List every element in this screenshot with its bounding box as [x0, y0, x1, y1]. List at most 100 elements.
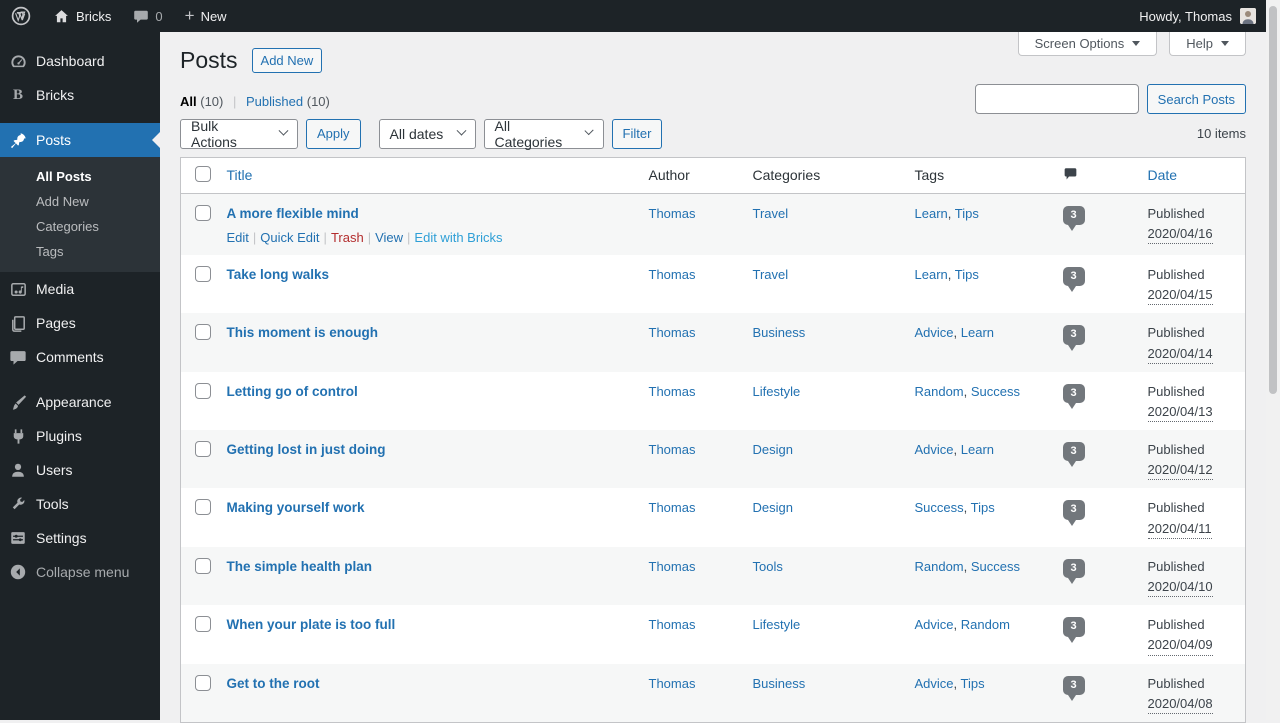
scrollbar[interactable]: [1266, 0, 1280, 720]
help-toggle[interactable]: Help: [1169, 32, 1246, 56]
author-link[interactable]: Thomas: [649, 676, 696, 691]
tag-link[interactable]: Learn: [961, 442, 994, 457]
post-title-link[interactable]: Getting lost in just doing: [227, 442, 386, 457]
category-link[interactable]: Lifestyle: [753, 617, 801, 632]
add-new-button[interactable]: Add New: [252, 48, 323, 73]
sidebar-item-appearance[interactable]: Appearance: [0, 385, 160, 419]
tag-link[interactable]: Advice: [915, 617, 954, 632]
edit-with-bricks-link[interactable]: Edit with Bricks: [414, 230, 502, 245]
admin-bar-comments[interactable]: 0: [122, 0, 173, 32]
comment-count-bubble[interactable]: 3: [1063, 442, 1085, 461]
sidebar-item-all-posts[interactable]: All Posts: [0, 164, 160, 189]
author-link[interactable]: Thomas: [649, 559, 696, 574]
wordpress-logo-menu[interactable]: [0, 0, 42, 32]
filter-button[interactable]: Filter: [612, 119, 663, 149]
tag-link[interactable]: Success: [971, 559, 1020, 574]
comment-count-bubble[interactable]: 3: [1063, 325, 1085, 344]
category-link[interactable]: Travel: [753, 206, 789, 221]
author-link[interactable]: Thomas: [649, 325, 696, 340]
author-link[interactable]: Thomas: [649, 500, 696, 515]
new-content-menu[interactable]: + New: [174, 0, 238, 32]
row-checkbox[interactable]: [195, 383, 211, 399]
tag-link[interactable]: Success: [971, 384, 1020, 399]
post-title-link[interactable]: A more flexible mind: [227, 206, 359, 221]
apply-button[interactable]: Apply: [306, 119, 361, 149]
categories-filter-select[interactable]: All Categories: [484, 119, 604, 149]
row-checkbox[interactable]: [195, 205, 211, 221]
category-link[interactable]: Lifestyle: [753, 384, 801, 399]
view-all-link[interactable]: All: [180, 94, 197, 109]
sidebar-item-media[interactable]: Media: [0, 272, 160, 306]
site-name-link[interactable]: Bricks: [42, 0, 122, 32]
row-checkbox[interactable]: [195, 441, 211, 457]
post-title-link[interactable]: Making yourself work: [227, 500, 365, 515]
tag-link[interactable]: Learn: [915, 267, 948, 282]
post-title-link[interactable]: When your plate is too full: [227, 617, 396, 632]
row-checkbox[interactable]: [195, 616, 211, 632]
avatar[interactable]: [1240, 8, 1256, 24]
view-published-link[interactable]: Published: [246, 94, 303, 109]
sidebar-item-add-new[interactable]: Add New: [0, 189, 160, 214]
collapse-menu-button[interactable]: Collapse menu: [0, 555, 160, 589]
author-link[interactable]: Thomas: [649, 206, 696, 221]
edit-link[interactable]: Edit: [227, 230, 249, 245]
tag-link[interactable]: Success: [915, 500, 964, 515]
sidebar-item-tools[interactable]: Tools: [0, 487, 160, 521]
bulk-actions-select[interactable]: Bulk Actions: [180, 119, 298, 149]
sort-date-header[interactable]: Date: [1148, 167, 1178, 183]
author-link[interactable]: Thomas: [649, 442, 696, 457]
sidebar-item-settings[interactable]: Settings: [0, 521, 160, 555]
post-title-link[interactable]: The simple health plan: [227, 559, 373, 574]
post-title-link[interactable]: Take long walks: [227, 267, 330, 282]
sidebar-item-bricks[interactable]: B Bricks: [0, 78, 160, 112]
category-link[interactable]: Design: [753, 500, 793, 515]
post-title-link[interactable]: This moment is enough: [227, 325, 379, 340]
tag-link[interactable]: Tips: [961, 676, 985, 691]
post-title-link[interactable]: Letting go of control: [227, 384, 358, 399]
author-link[interactable]: Thomas: [649, 267, 696, 282]
row-checkbox[interactable]: [195, 558, 211, 574]
sidebar-item-posts[interactable]: Posts: [0, 123, 160, 157]
tag-link[interactable]: Random: [915, 559, 964, 574]
dates-filter-select[interactable]: All dates: [379, 119, 476, 149]
sidebar-item-tags[interactable]: Tags: [0, 239, 160, 264]
search-posts-button[interactable]: Search Posts: [1147, 84, 1246, 114]
tag-link[interactable]: Tips: [955, 267, 979, 282]
scrollbar-thumb[interactable]: [1269, 6, 1277, 394]
tag-link[interactable]: Random: [961, 617, 1010, 632]
category-link[interactable]: Design: [753, 442, 793, 457]
tag-link[interactable]: Random: [915, 384, 964, 399]
sidebar-item-pages[interactable]: Pages: [0, 306, 160, 340]
post-title-link[interactable]: Get to the root: [227, 676, 320, 691]
tag-link[interactable]: Advice: [915, 325, 954, 340]
sidebar-item-users[interactable]: Users: [0, 453, 160, 487]
search-input[interactable]: [975, 84, 1139, 114]
row-checkbox[interactable]: [195, 266, 211, 282]
sidebar-item-plugins[interactable]: Plugins: [0, 419, 160, 453]
view-link[interactable]: View: [375, 230, 403, 245]
category-link[interactable]: Business: [753, 325, 806, 340]
category-link[interactable]: Business: [753, 676, 806, 691]
comment-count-bubble[interactable]: 3: [1063, 267, 1085, 286]
tag-link[interactable]: Learn: [961, 325, 994, 340]
tag-link[interactable]: Advice: [915, 676, 954, 691]
select-all-checkbox[interactable]: [195, 166, 211, 182]
author-link[interactable]: Thomas: [649, 384, 696, 399]
category-link[interactable]: Tools: [753, 559, 783, 574]
sort-title-header[interactable]: Title: [227, 167, 253, 183]
row-checkbox[interactable]: [195, 675, 211, 691]
row-checkbox[interactable]: [195, 324, 211, 340]
comment-count-bubble[interactable]: 3: [1063, 559, 1085, 578]
howdy-account-link[interactable]: Howdy, Thomas: [1139, 9, 1232, 24]
sidebar-item-dashboard[interactable]: Dashboard: [0, 44, 160, 78]
tag-link[interactable]: Learn: [915, 206, 948, 221]
tag-link[interactable]: Tips: [971, 500, 995, 515]
sidebar-item-comments[interactable]: Comments: [0, 340, 160, 374]
screen-options-toggle[interactable]: Screen Options: [1018, 32, 1158, 56]
comment-count-bubble[interactable]: 3: [1063, 676, 1085, 695]
comment-count-bubble[interactable]: 3: [1063, 617, 1085, 636]
category-link[interactable]: Travel: [753, 267, 789, 282]
trash-link[interactable]: Trash: [331, 230, 364, 245]
author-link[interactable]: Thomas: [649, 617, 696, 632]
comment-count-bubble[interactable]: 3: [1063, 384, 1085, 403]
